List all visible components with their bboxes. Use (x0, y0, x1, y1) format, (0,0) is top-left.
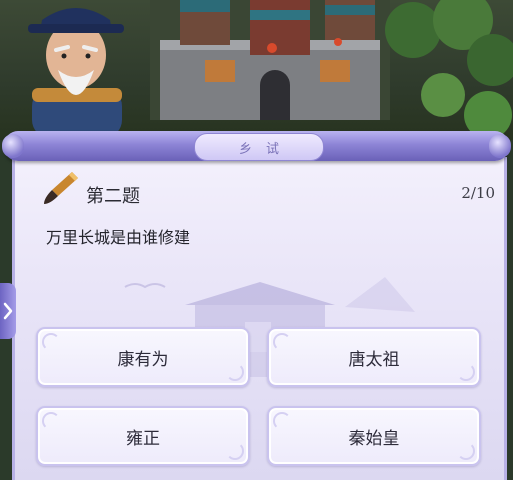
answer-option-4[interactable]: 秦始皇 (267, 406, 481, 466)
side-expand-tab[interactable] (0, 283, 16, 339)
tree-cluster (385, 0, 513, 139)
question-number: 第二题 (86, 186, 140, 207)
answer-option-3[interactable]: 雍正 (36, 406, 250, 466)
panel-title: 乡试 (238, 141, 293, 157)
answer-option-2[interactable]: 唐太祖 (267, 327, 481, 387)
answer-option-1[interactable]: 康有为 (36, 327, 250, 387)
question-text: 万里长城是由谁修建 (46, 228, 191, 247)
quiz-panel: 乡试 第二题 2/10 万里长城是由谁修建 康有为 唐太祖 雍正 秦始皇 (2, 131, 511, 480)
question-progress: 2/10 (461, 184, 495, 202)
examiner-character-portrait (28, 8, 124, 135)
panel-title-plate: 乡试 (194, 133, 324, 161)
scroll-rod-end-right (489, 134, 511, 158)
game-scene-background (0, 0, 513, 140)
fortress-building (150, 0, 390, 120)
chevron-right-icon (3, 302, 13, 320)
scroll-rod-end-left (2, 134, 24, 158)
brush-icon (44, 172, 78, 204)
scroll-top-rod: 乡试 (2, 131, 511, 161)
